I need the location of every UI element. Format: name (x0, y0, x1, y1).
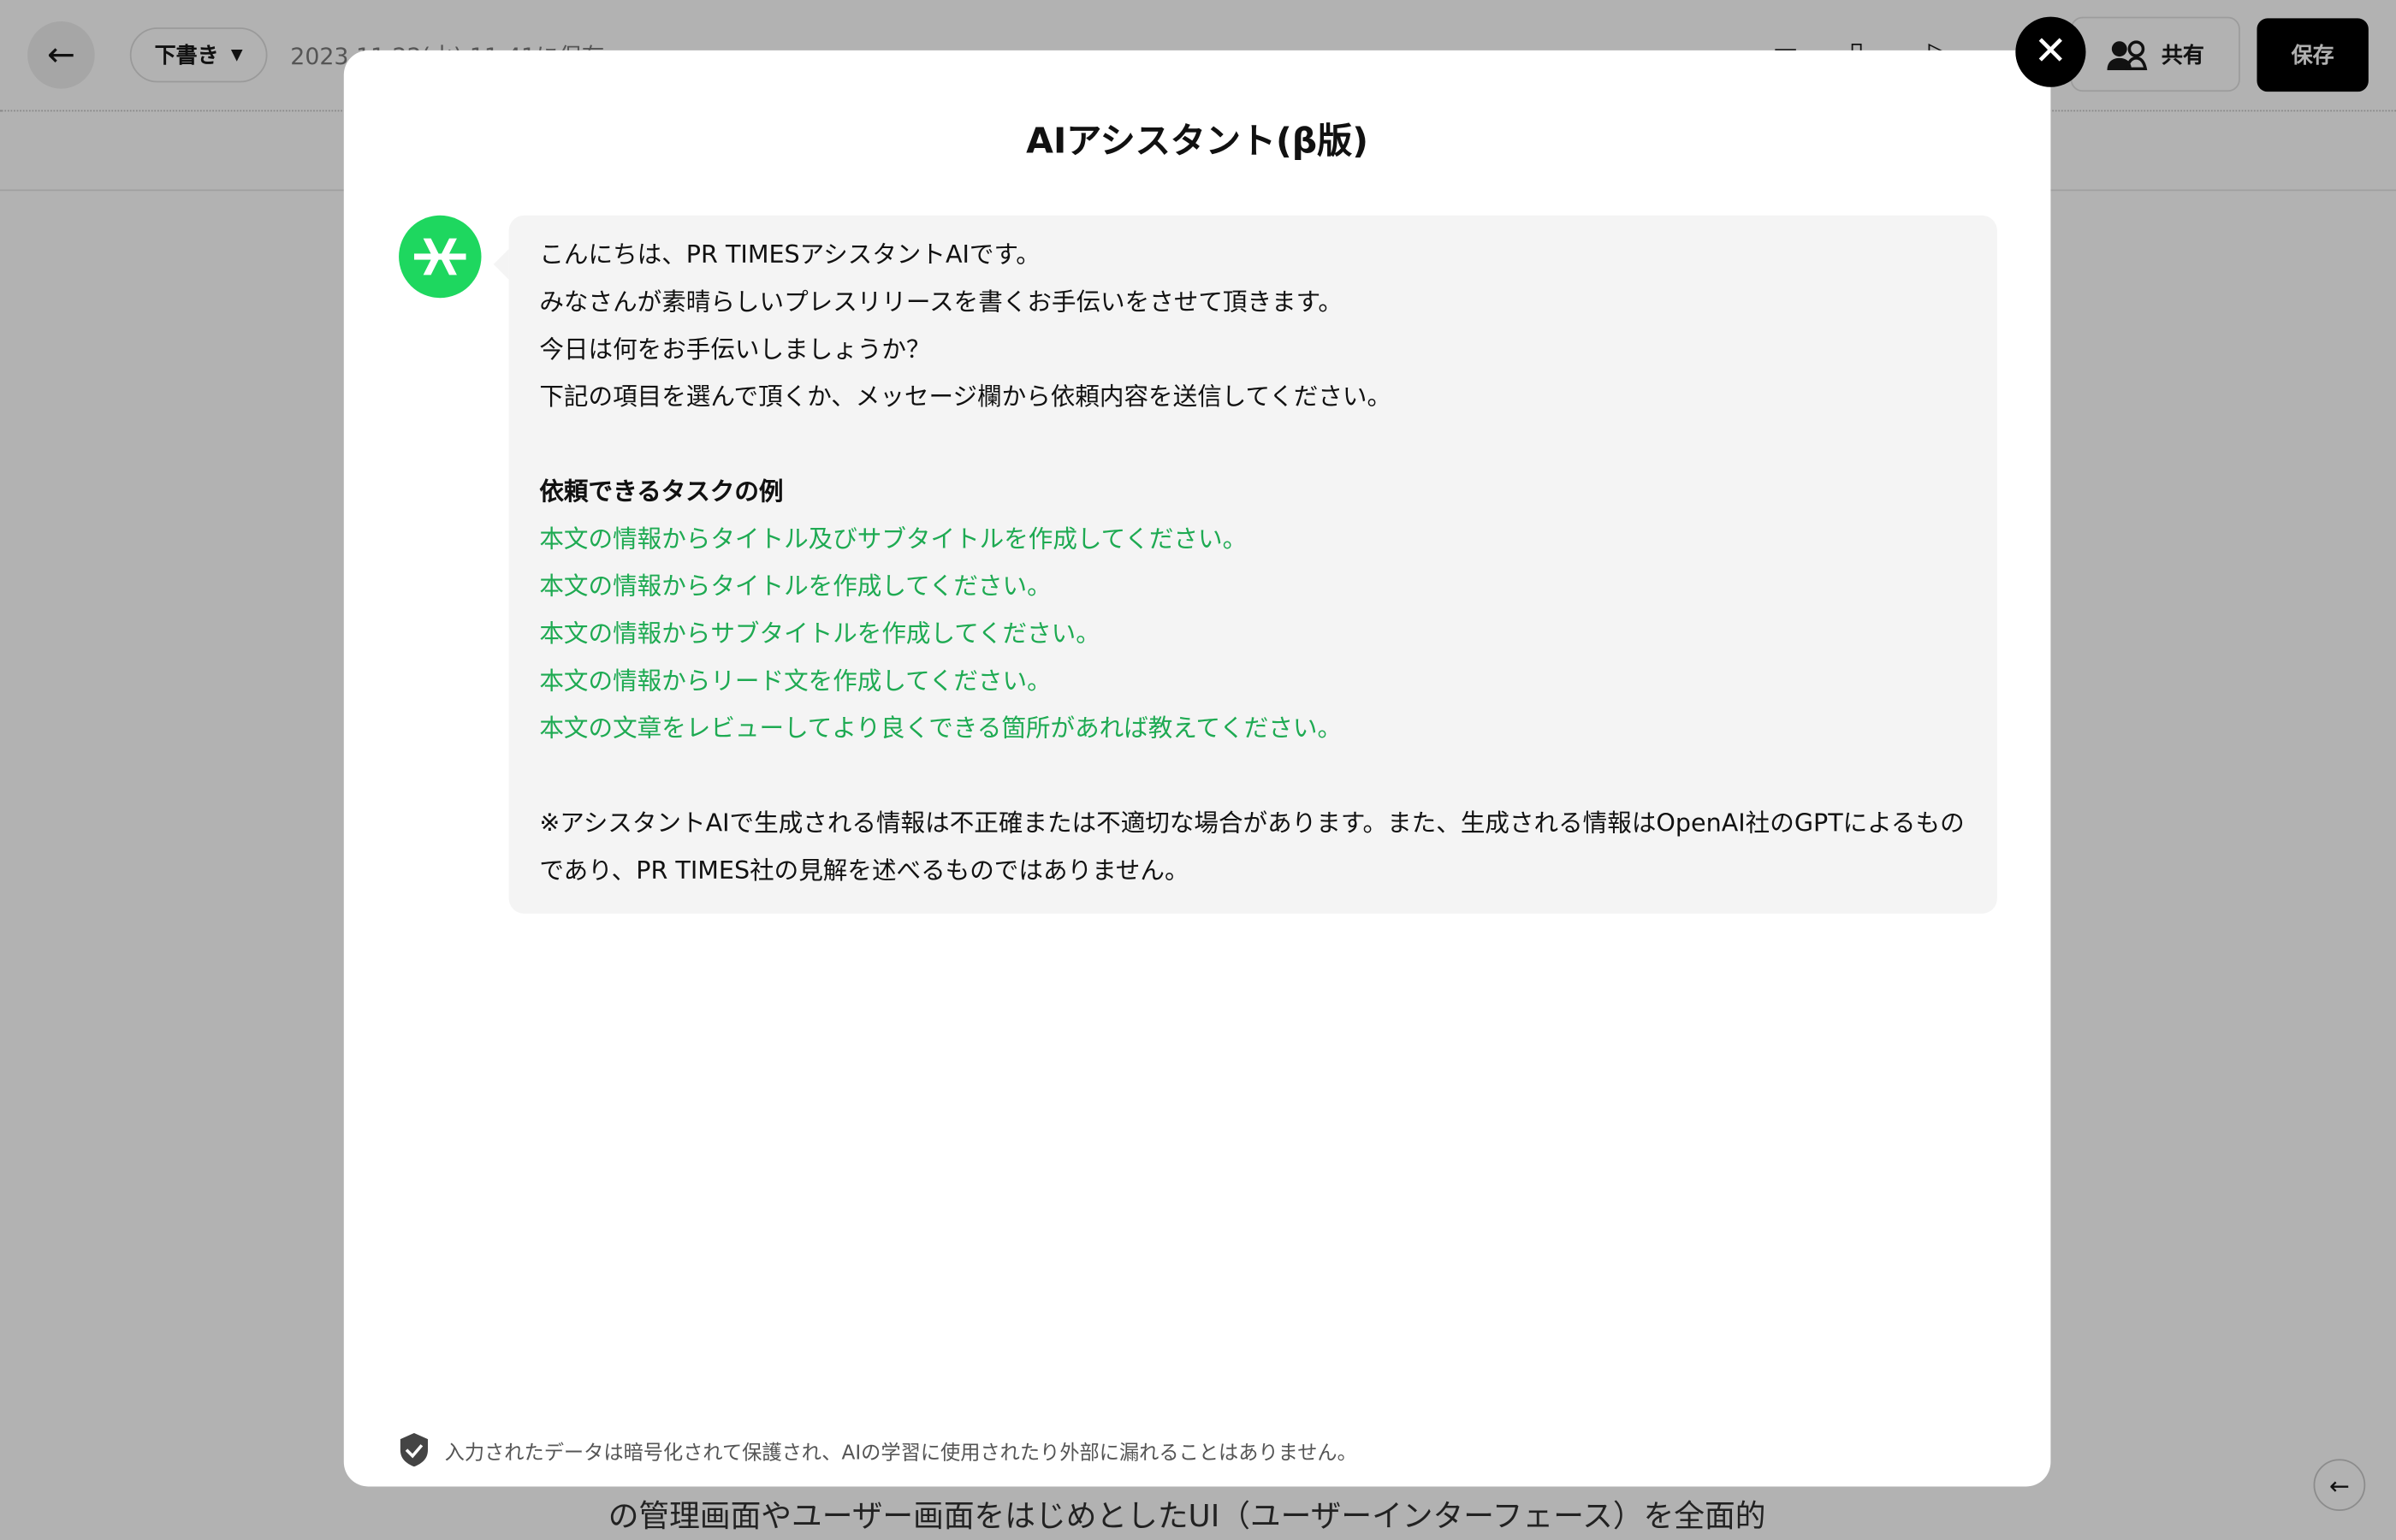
assistant-message: こんにちは、PR TIMESアシスタントAIです。 みなさんが素晴らしいプレスリ… (493, 215, 1997, 914)
arrow-left-icon: ← (2328, 1470, 2350, 1500)
modal-title: AIアシスタント(β版) (1026, 121, 1369, 163)
close-modal-button[interactable]: ✕ (2015, 16, 2086, 87)
share-label: 共有 (2161, 43, 2204, 68)
task-suggestion-link[interactable]: 本文の情報からタイトルを作成してください。 (539, 562, 1966, 609)
ai-assistant-modal: AIアシスタント(β版) こんにちは、PR TIMESアシスタントAIです。 み… (343, 50, 2051, 1487)
greeting-line: こんにちは、PR TIMESアシスタントAIです。 (539, 240, 1041, 270)
greeting-line: みなさんが素晴らしいプレスリリースを書くお手伝いをさせて頂きます。 (539, 287, 1343, 317)
arrow-left-icon: ← (46, 35, 75, 74)
task-suggestion-link[interactable]: 本文の情報からタイトル及びサブタイトルを作成してください。 (539, 515, 1966, 562)
status-label: 下書き (154, 44, 219, 69)
task-suggestion-link[interactable]: 本文の情報からサブタイトルを作成してください。 (539, 609, 1966, 656)
caret-down-icon: ▼ (230, 46, 243, 64)
share-button[interactable]: 共有 (2070, 16, 2240, 92)
editor-page: ← 下書き▼ 2023.11.22(水) 11:41に保存 ▭ ▯ ▷ ✕ 共有… (0, 0, 2396, 1540)
status-dropdown[interactable]: 下書き ▼ (129, 27, 268, 83)
assistant-avatar (399, 215, 482, 299)
users-icon (2106, 39, 2147, 70)
back-button[interactable]: ← (27, 21, 95, 89)
privacy-note-text: 入力されたデータは暗号化されて保護され、AIの学習に使用されたり外部に漏れること… (444, 1441, 1357, 1465)
ai-logo-icon (413, 238, 466, 275)
close-icon: ✕ (2033, 28, 2067, 75)
disclaimer-text: ※アシスタントAIで生成される情報は不正確または不適切な場合があります。また、生… (539, 808, 1965, 885)
collapse-button[interactable]: ← (2313, 1459, 2366, 1512)
greeting-line: 下記の項目を選んで頂くか、メッセージ欄から依頼内容を送信してください。 (539, 382, 1392, 412)
article-body-text: の管理画面やユーザー画面をはじめとしたUI（ユーザーインターフェース）を全面的 (608, 1496, 1766, 1534)
tasks-heading: 依頼できるタスクの例 (539, 477, 784, 506)
privacy-note: 入力されたデータは暗号化されて保護され、AIの学習に使用されたり外部に漏れること… (399, 1432, 1357, 1467)
greeting-line: 今日は何をお手伝いしましょうか？ (539, 335, 931, 364)
save-button[interactable]: 保存 (2257, 18, 2369, 92)
task-suggestion-link[interactable]: 本文の情報からリード文を作成してください。 (539, 657, 1966, 704)
shield-check-icon (400, 1432, 428, 1467)
task-suggestion-link[interactable]: 本文の文章をレビューしてより良くできる箇所があれば教えてください。 (539, 704, 1966, 751)
